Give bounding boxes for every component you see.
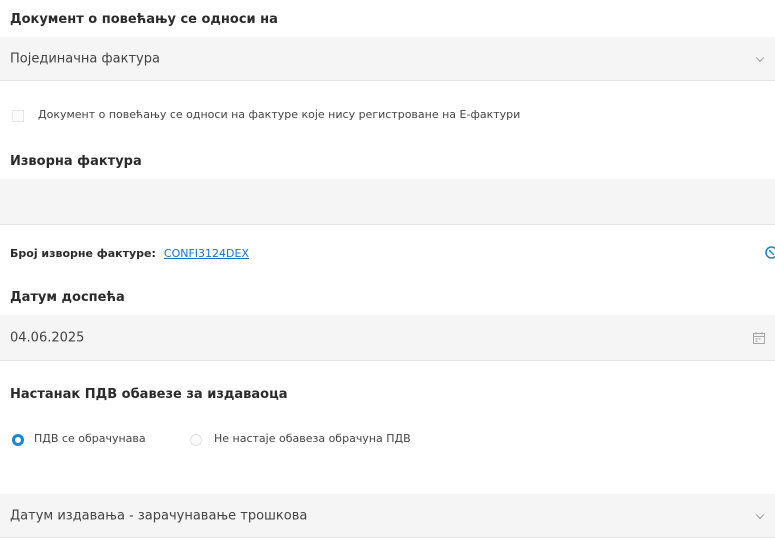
vat-date-basis-select[interactable]: Датум издавања - зарачунавање трошкова — [0, 494, 775, 538]
calendar-icon[interactable] — [753, 331, 765, 344]
source-invoice-number-link[interactable]: CONFI3124DEX — [164, 247, 249, 260]
remove-source-invoice-icon[interactable] — [764, 245, 775, 260]
source-invoice-input[interactable] — [0, 179, 775, 225]
unregistered-invoices-label: Документ о повећању се односи на фактуре… — [38, 108, 521, 121]
vat-obligation-label: Настанак ПДВ обавезе за издаваоца — [10, 387, 288, 402]
reference-type-value: Појединачна фактура — [10, 51, 160, 66]
source-invoice-number-row: Број изворне фактуре: CONFI3124DEX — [10, 247, 249, 260]
source-invoice-number-label: Број изворне фактуре: — [10, 247, 156, 260]
due-date-label: Датум доспећа — [10, 290, 125, 305]
vat-calculated-radio[interactable] — [12, 434, 24, 446]
due-date-input[interactable]: 04.06.2025 — [0, 315, 775, 361]
no-vat-obligation-radio[interactable] — [190, 434, 202, 446]
vat-date-basis-value: Датум издавања - зарачунавање трошкова — [10, 508, 308, 523]
reference-type-select[interactable]: Појединачна фактура — [0, 37, 775, 81]
source-invoice-label: Изворна фактура — [10, 154, 142, 169]
chevron-down-icon — [755, 510, 765, 519]
due-date-value: 04.06.2025 — [10, 330, 85, 345]
unregistered-invoices-checkbox[interactable] — [12, 110, 24, 122]
chevron-down-icon — [755, 53, 765, 62]
vat-calculated-label: ПДВ се обрачунава — [34, 432, 146, 445]
no-vat-obligation-label: Не настаје обавеза обрачуна ПДВ — [214, 432, 411, 445]
reference-type-label: Документ о повећању се односи на — [10, 12, 278, 27]
